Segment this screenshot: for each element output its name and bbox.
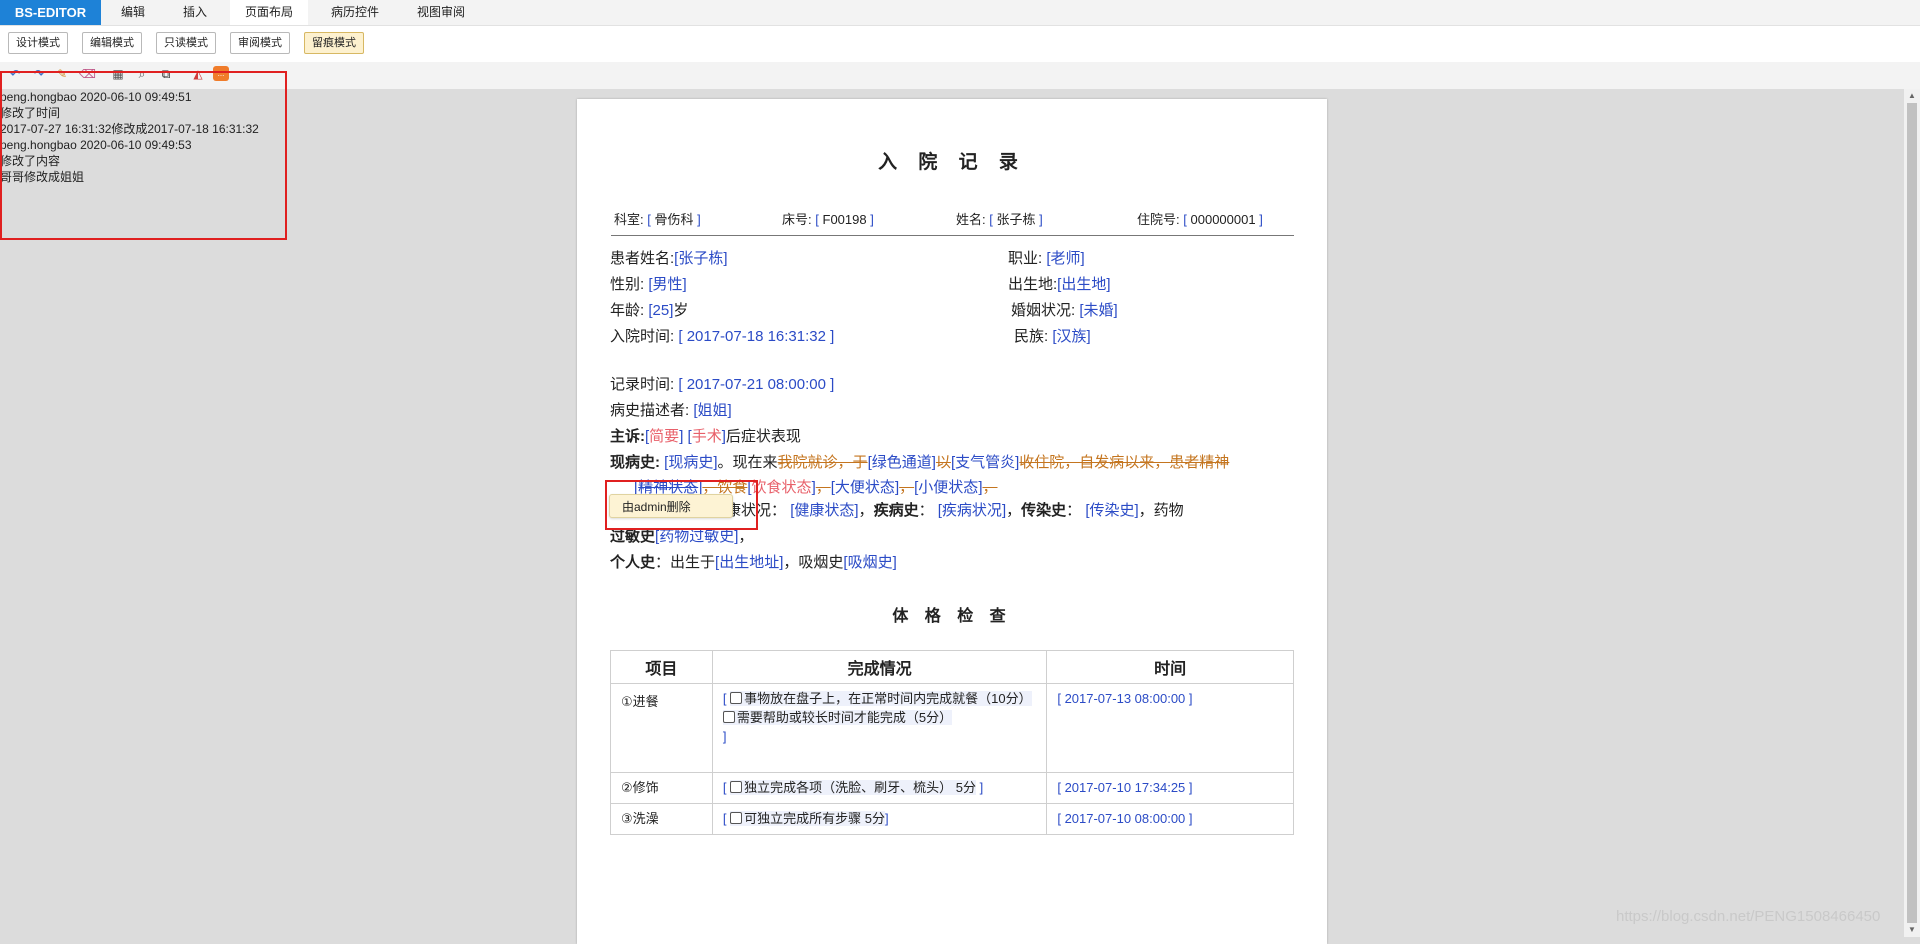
document-title: 入 院 记 录 — [878, 152, 1026, 173]
health-state-field[interactable]: 健康状态 — [794, 502, 854, 519]
gender-row: 性别: [男性] — [610, 276, 687, 293]
row-options: [ 独立完成各项（洗脸、刷牙、梳头） 5分 ] — [711, 772, 1048, 804]
readonly-mode-button[interactable]: 只读模式 — [156, 32, 216, 54]
chief-field-summary[interactable]: 简要 — [649, 428, 679, 445]
scroll-thumb[interactable] — [1907, 103, 1917, 923]
hpi-field[interactable]: 现病史 — [668, 454, 713, 471]
infection-field[interactable]: 传染史 — [1089, 502, 1134, 519]
edit-mode-button[interactable]: 编辑模式 — [82, 32, 142, 54]
marital-field[interactable]: 未婚 — [1084, 302, 1114, 319]
age-field[interactable]: 25 — [653, 302, 670, 319]
birthplace-field[interactable]: 出生地 — [1061, 276, 1106, 293]
tab-insert[interactable]: 插入 — [165, 0, 225, 25]
past-history-row: 康状况： [健康状态]，疾病史： [疾病状况]，传染史： [传染史]，药物 — [726, 502, 1184, 519]
admit-time-field[interactable]: 2017-07-18 16:31:32 — [687, 328, 826, 345]
header-divider — [611, 235, 1294, 236]
option-label: 事物放在盘子上，在正常时间内完成就餐（10分） — [744, 691, 1032, 706]
design-mode-button[interactable]: 设计模式 — [8, 32, 68, 54]
toolbar — [0, 62, 1920, 89]
patient-name-field[interactable]: 张子栋 — [678, 250, 723, 267]
review-mode-button[interactable]: 审阅模式 — [230, 32, 290, 54]
patient-name-row: 患者姓名:[张子栋] — [610, 250, 728, 267]
exam-section-title: 体 格 检 查 — [892, 608, 1012, 625]
tab-page-layout[interactable]: 页面布局 — [230, 0, 308, 25]
ethnicity-row: 民族: [汉族] — [1014, 328, 1091, 345]
marital-row: 婚姻状况: [未婚] — [1011, 302, 1118, 319]
row-item: ②修饰 — [610, 772, 713, 804]
scroll-up-icon[interactable]: ▲ — [1906, 91, 1918, 101]
personal-history-row: 个人史：出生于[出生地址]，吸烟史[吸烟史] — [610, 554, 897, 571]
row-options: [ 事物放在盘子上，在正常时间内完成就餐（10分） 需要帮助或较长时间才能完成（… — [711, 683, 1048, 773]
tab-record-controls[interactable]: 病历控件 — [318, 0, 392, 25]
option-checkbox[interactable] — [730, 812, 743, 824]
green-channel-field[interactable]: 绿色通道 — [872, 454, 932, 471]
urine-state-field[interactable]: 小便状态 — [918, 479, 978, 496]
row-item: ①进餐 — [610, 683, 713, 773]
column-header-item: 项目 — [610, 650, 713, 684]
ethnicity-field[interactable]: 汉族 — [1057, 328, 1087, 345]
row-time[interactable]: [ 2017-07-10 17:34:25 ] — [1046, 772, 1294, 804]
row-item: ③洗澡 — [610, 803, 713, 835]
record-time-field[interactable]: 2017-07-21 08:00:00 — [687, 376, 826, 393]
table-header-row: 项目 完成情况 时间 — [610, 650, 1294, 684]
app-brand: BS-EDITOR — [0, 0, 101, 25]
header-dept: 科室: [ 骨伤科 ] — [614, 212, 701, 227]
option-label: 可独立完成所有步骤 5分 — [744, 811, 885, 826]
table-row: ①进餐 [ 事物放在盘子上，在正常时间内完成就餐（10分） 需要帮助或较长时间才… — [610, 683, 1294, 773]
allergy-field[interactable]: 药物过敏史 — [659, 528, 734, 545]
header-bed: 床号: [ F00198 ] — [782, 212, 874, 227]
watermark: https://blog.csdn.net/PENG1508466450 — [1616, 908, 1881, 925]
column-header-time: 时间 — [1046, 650, 1294, 684]
smoking-field[interactable]: 吸烟史 — [848, 554, 893, 571]
exam-table: 项目 完成情况 时间 ①进餐 [ 事物放在盘子上，在正常时间内完成就餐（10分）… — [610, 650, 1294, 835]
hpi-row-1: 现病史: [现病史]。现在来我院就诊，于[绿色通道]以[支气管炎]收住院，自发病… — [610, 454, 1230, 471]
header-name: 姓名: [ 张子栋 ] — [956, 212, 1043, 227]
birthplace-row: 出生地:[出生地] — [1008, 276, 1111, 293]
row-options: [ 可独立完成所有步骤 5分] — [711, 803, 1048, 835]
chief-complaint-row: 主诉:[简要] [手术]后症状表现 — [610, 428, 801, 445]
column-header-status: 完成情况 — [711, 650, 1048, 684]
header-admission-no: 住院号: [ 000000001 ] — [1137, 212, 1263, 227]
tab-edit[interactable]: 编辑 — [101, 0, 165, 25]
trace-mode-button[interactable]: 留痕模式 — [304, 32, 364, 54]
bronchitis-field[interactable]: 支气管炎 — [955, 454, 1015, 471]
option-label: 独立完成各项（洗脸、刷牙、梳头） 5分 — [744, 780, 976, 795]
occupation-field[interactable]: 老师 — [1051, 250, 1081, 267]
tooltip-highlight-box — [605, 480, 758, 530]
menu-bar: BS-EDITOR 编辑 插入 页面布局 病历控件 视图审阅 — [0, 0, 1920, 26]
scroll-down-icon[interactable]: ▼ — [1906, 925, 1918, 935]
option-checkbox[interactable] — [730, 781, 743, 793]
record-time-row: 记录时间: [ 2017-07-21 08:00:00 ] — [610, 376, 835, 393]
tab-view-review[interactable]: 视图审阅 — [402, 0, 480, 25]
admit-time-row: 入院时间: [ 2017-07-18 16:31:32 ] — [610, 328, 835, 345]
chief-field-surgery[interactable]: 手术 — [692, 428, 722, 445]
option-checkbox[interactable] — [730, 692, 743, 704]
occupation-row: 职业: [老师] — [1008, 250, 1085, 267]
narrator-row: 病史描述者: [姐姐] — [610, 402, 732, 419]
vertical-scrollbar[interactable]: ▲ ▼ — [1904, 89, 1920, 937]
diet-state-field[interactable]: 饮食状态 — [752, 479, 812, 496]
narrator-field[interactable]: 姐姐 — [698, 402, 728, 419]
table-row: ②修饰 [ 独立完成各项（洗脸、刷牙、梳头） 5分 ] [ 2017-07-10… — [610, 772, 1294, 804]
log-highlight-box — [0, 71, 287, 240]
gender-field[interactable]: 男性 — [653, 276, 683, 293]
age-row: 年龄: [25]岁 — [610, 302, 689, 319]
option-checkbox[interactable] — [722, 711, 735, 723]
option-label: 需要帮助或较长时间才能完成（5分） — [736, 710, 953, 725]
table-row: ③洗澡 [ 可独立完成所有步骤 5分] [ 2017-07-10 08:00:0… — [610, 803, 1294, 835]
row-time[interactable]: [ 2017-07-13 08:00:00 ] — [1046, 683, 1294, 773]
birth-address-field[interactable]: 出生地址 — [719, 554, 779, 571]
mode-bar: 设计模式 编辑模式 只读模式 审阅模式 留痕模式 — [0, 26, 1920, 62]
stool-state-field[interactable]: 大便状态 — [835, 479, 895, 496]
row-time[interactable]: [ 2017-07-10 08:00:00 ] — [1046, 803, 1294, 835]
disease-field[interactable]: 疾病状况 — [942, 502, 1002, 519]
document-page[interactable]: 入 院 记 录 科室: [ 骨伤科 ] 床号: [ F00198 ] 姓名: [… — [577, 99, 1327, 944]
